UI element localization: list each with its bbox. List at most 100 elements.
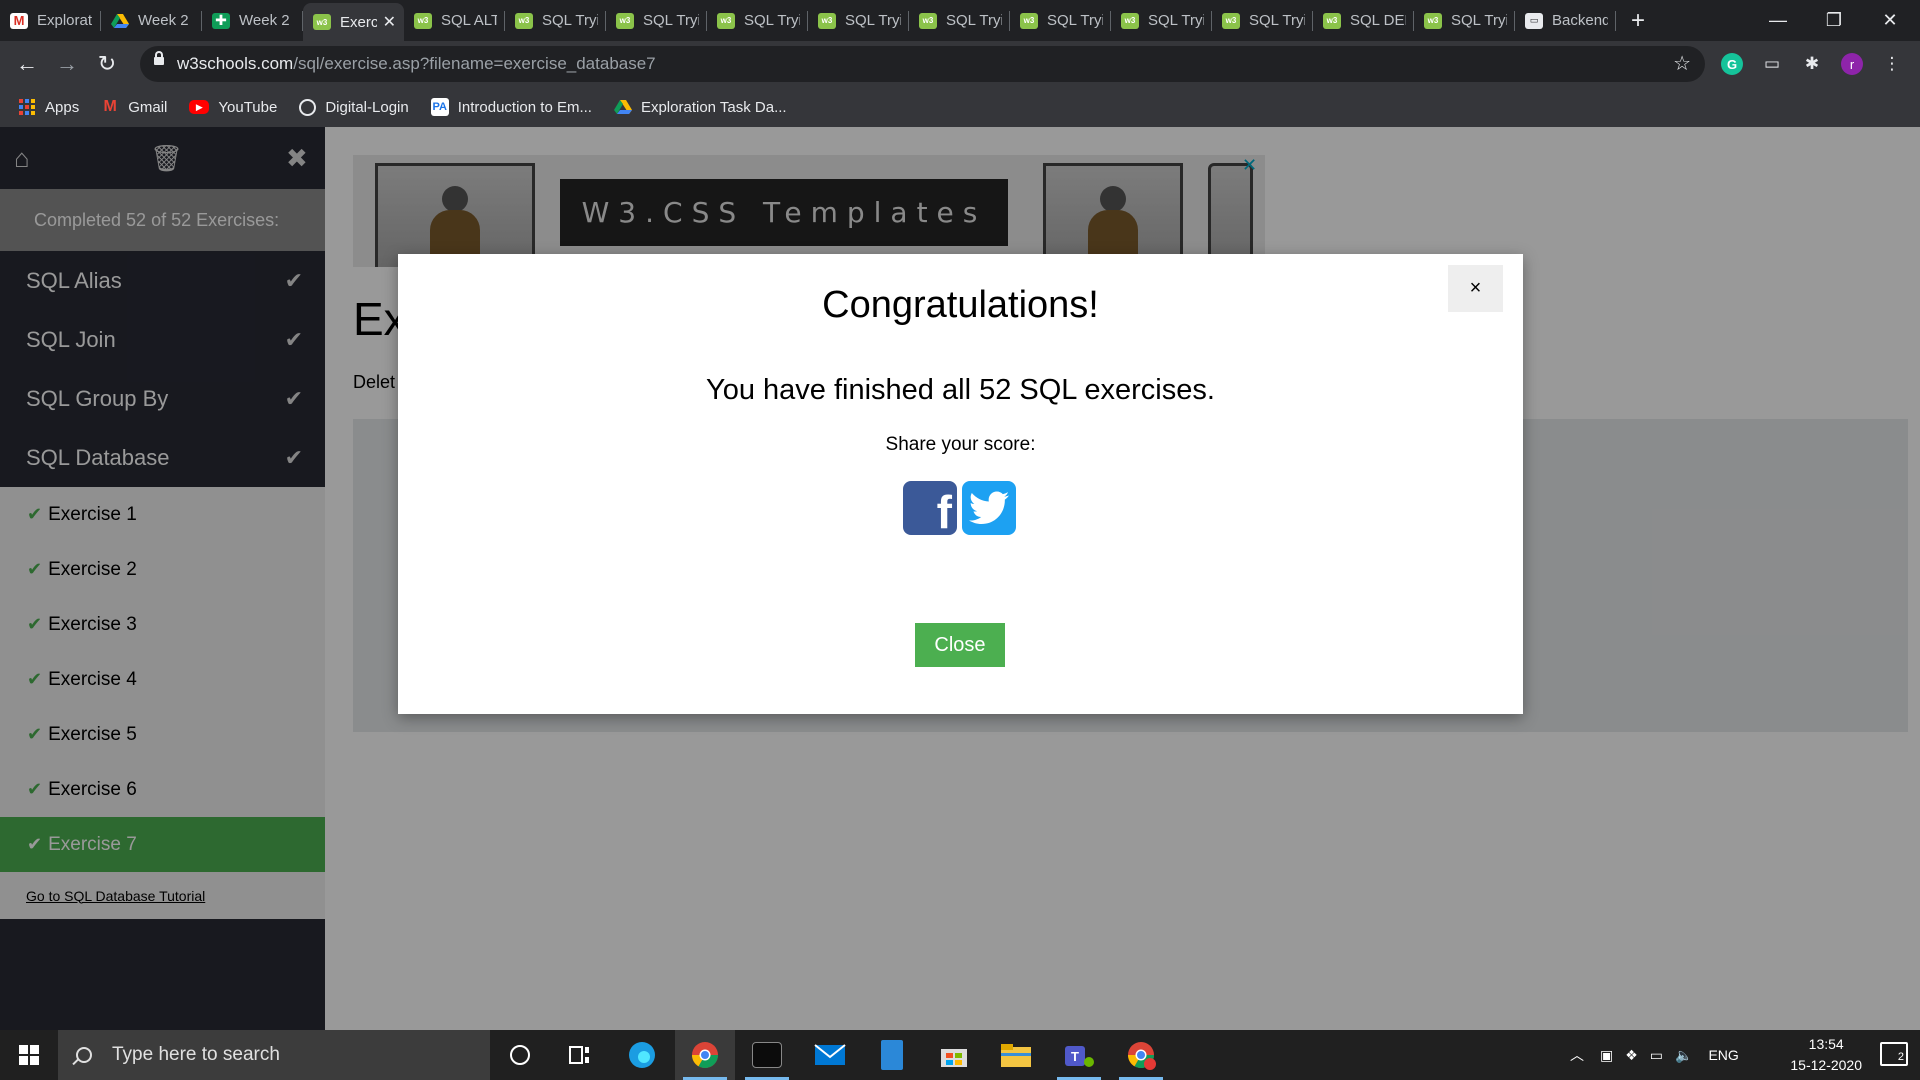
document-icon[interactable] (862, 1030, 922, 1080)
meet-now-icon[interactable]: ▣ (1600, 1047, 1613, 1064)
share-label: Share your score: (885, 434, 1036, 455)
w3schools-icon: w3 (919, 12, 937, 29)
google-sheets-icon: ✚ (212, 12, 230, 29)
taskbar-search[interactable]: Type here to search (58, 1030, 490, 1080)
w3schools-icon: w3 (818, 12, 836, 29)
cast-icon[interactable]: ▭ (1761, 53, 1783, 75)
w3schools-icon: w3 (717, 12, 735, 29)
system-tray: ︿ ▣ ❖ ▭ 🔈 ENG (1570, 1030, 1739, 1080)
browser-toolbar: ← → ↻ w3schools.com/sql/exercise.asp?fil… (0, 41, 1920, 87)
chrome-profile-icon[interactable] (1111, 1030, 1171, 1080)
book-icon: ▭ (1525, 12, 1543, 29)
mail-icon[interactable] (800, 1030, 860, 1080)
bookmark-apps[interactable]: Apps (18, 98, 79, 116)
power-automate-icon: PA (430, 98, 449, 116)
restore-button[interactable]: ❐ (1806, 0, 1862, 41)
url-text: w3schools.com/sql/exercise.asp?filename=… (177, 54, 656, 73)
browser-tab[interactable]: ✚ Week 2 (202, 0, 303, 41)
google-drive-icon (111, 13, 129, 29)
apps-grid-icon (18, 98, 36, 116)
store-icon[interactable] (924, 1030, 984, 1080)
browser-tab[interactable]: w3 SQL Tryit (707, 0, 808, 41)
share-buttons: f (903, 481, 1016, 535)
gmail-icon: M (10, 12, 28, 29)
bookmarks-bar: Apps M Gmail ▶ YouTube Digital-Login PA Int… (0, 87, 1920, 127)
chevron-up-icon[interactable]: ︿ (1570, 1045, 1584, 1065)
file-explorer-icon[interactable] (986, 1030, 1046, 1080)
notification-icon[interactable]: 2 (1880, 1042, 1908, 1066)
w3schools-icon: w3 (1121, 12, 1139, 29)
w3schools-icon: w3 (1222, 12, 1240, 29)
browser-tab[interactable]: w3 SQL Tryit (909, 0, 1010, 41)
clock-date: 15-12-2020 (1790, 1057, 1862, 1073)
bookmark-gmail[interactable]: M Gmail (101, 98, 168, 116)
language-indicator[interactable]: ENG (1708, 1047, 1738, 1063)
gmail-icon: M (103, 98, 117, 115)
browser-tab-strip: MExploration Week 2 ✚Week 2 w3Exercise✕ … (0, 0, 1920, 41)
bookmark-exploration-task[interactable]: Exploration Task Da... (613, 98, 787, 116)
modal-title: Congratulations! (822, 284, 1099, 326)
w3schools-icon: w3 (616, 12, 634, 29)
browser-tab[interactable]: w3SQL ALTER (404, 0, 505, 41)
reload-button[interactable]: ↻ (92, 49, 122, 79)
edge-icon[interactable] (612, 1030, 672, 1080)
bookmark-introduction[interactable]: PA Introduction to Em... (430, 98, 592, 116)
w3schools-icon: w3 (414, 12, 432, 29)
forward-button[interactable]: → (52, 49, 82, 79)
bookmark-youtube[interactable]: ▶ YouTube (189, 99, 277, 116)
congratulations-modal: × Congratulations! You have finished all… (398, 254, 1523, 714)
modal-message: You have finished all 52 SQL exercises. (706, 374, 1215, 406)
minimize-button[interactable]: — (1750, 0, 1806, 41)
volume-icon[interactable]: 🔈 (1675, 1047, 1692, 1064)
w3schools-icon: w3 (1020, 12, 1038, 29)
browser-tab[interactable]: MExploration (0, 0, 101, 41)
browser-tab-active[interactable]: w3Exercise✕ (303, 3, 404, 41)
battery-icon[interactable]: ▭ (1650, 1047, 1663, 1064)
start-button[interactable] (0, 1030, 58, 1080)
w3schools-icon: w3 (1323, 12, 1341, 29)
svg-text:T: T (1071, 1049, 1079, 1064)
globe-icon (299, 98, 317, 116)
w3schools-icon: w3 (515, 12, 533, 29)
youtube-icon: ▶ (189, 100, 210, 114)
browser-tab[interactable]: w3 SQL Tryit (1212, 0, 1313, 41)
browser-tab[interactable]: ▭ Backend (1515, 0, 1616, 41)
extensions-icon[interactable]: ✱ (1801, 53, 1823, 75)
clock[interactable]: 13:54 15-12-2020 (1790, 1034, 1862, 1076)
twitter-icon[interactable] (962, 481, 1016, 535)
windows-taskbar: Type here to search T ︿ ▣ ❖ ▭ 🔈 ENG 13:5… (0, 1030, 1920, 1080)
browser-tab[interactable]: w3 SQL Tryit (606, 0, 707, 41)
google-drive-icon (613, 98, 632, 116)
tab-close-icon[interactable]: ✕ (383, 12, 396, 32)
new-tab-button[interactable]: + (1616, 0, 1660, 41)
browser-tab[interactable]: w3 SQL Tryit (1010, 0, 1111, 41)
bookmark-star-icon[interactable]: ☆ (1673, 51, 1691, 76)
dropbox-icon[interactable]: ❖ (1625, 1047, 1638, 1064)
browser-tab[interactable]: Week 2 (101, 0, 202, 41)
browser-tab[interactable]: w3 SQL Tryit (808, 0, 909, 41)
windows-logo-icon (19, 1045, 39, 1065)
teams-icon[interactable]: T (1049, 1030, 1109, 1080)
bookmark-digital-login[interactable]: Digital-Login (299, 98, 409, 116)
back-button[interactable]: ← (12, 49, 42, 79)
browser-tab[interactable]: w3 SQL Tryit (1111, 0, 1212, 41)
w3schools-icon: w3 (1424, 12, 1442, 29)
grammarly-icon[interactable]: G (1721, 53, 1743, 75)
close-button[interactable]: Close (915, 623, 1005, 667)
profile-avatar[interactable]: r (1841, 53, 1863, 75)
menu-icon[interactable]: ⋮ (1881, 53, 1903, 75)
browser-tab[interactable]: w3 SQL Tryit (1414, 0, 1515, 41)
facebook-icon[interactable]: f (903, 481, 957, 535)
browser-tab[interactable]: w3SQL DEFAULT (1313, 0, 1414, 41)
task-view-icon[interactable] (550, 1030, 610, 1080)
address-bar[interactable]: w3schools.com/sql/exercise.asp?filename=… (140, 46, 1705, 82)
lock-icon (154, 51, 164, 65)
search-icon (76, 1047, 92, 1063)
chrome-icon[interactable] (675, 1030, 735, 1080)
terminal-icon[interactable] (737, 1030, 797, 1080)
browser-tab[interactable]: w3 SQL Tryit (505, 0, 606, 41)
cortana-icon[interactable] (490, 1030, 550, 1080)
clock-time: 13:54 (1808, 1036, 1844, 1052)
w3schools-icon: w3 (313, 14, 331, 30)
window-close-button[interactable]: ✕ (1862, 0, 1918, 41)
